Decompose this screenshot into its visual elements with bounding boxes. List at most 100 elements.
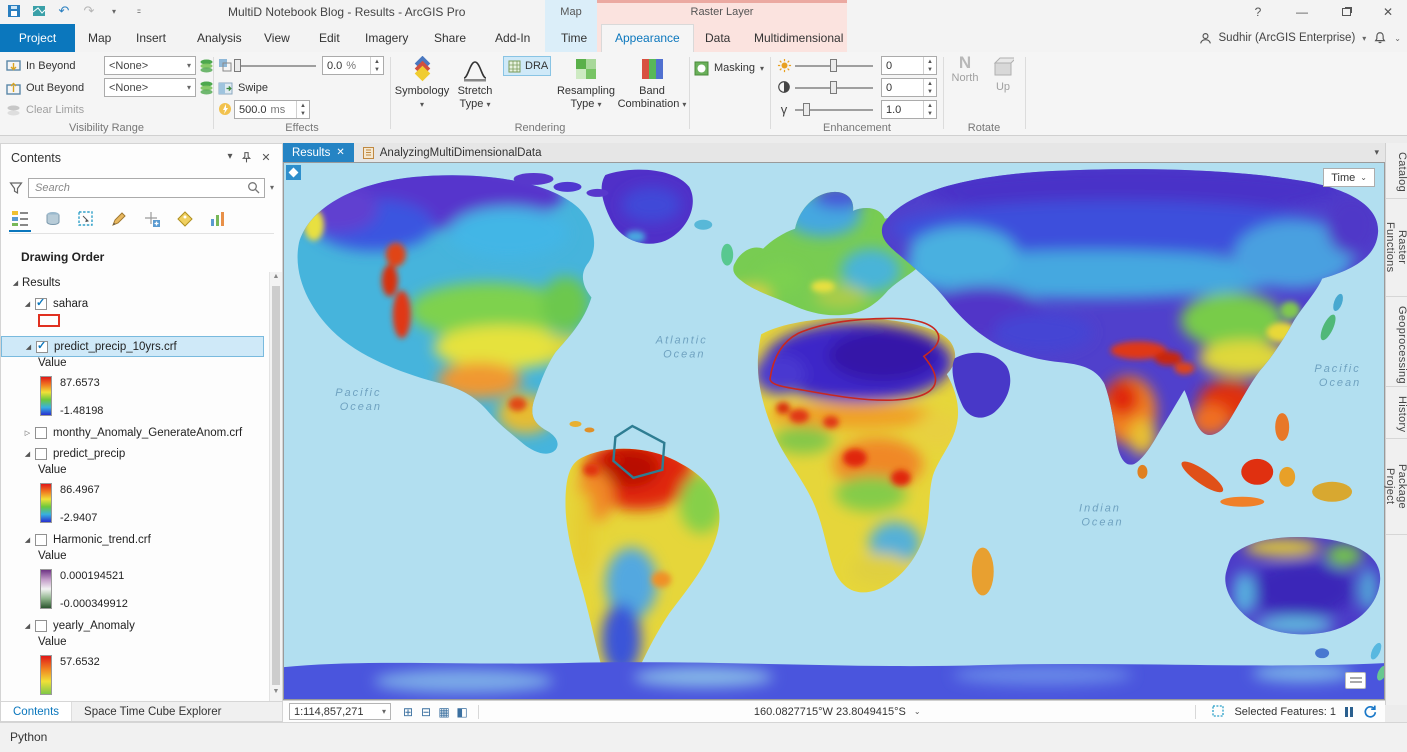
layer-checkbox[interactable] <box>35 534 47 546</box>
expand-icon[interactable]: ◢ <box>9 279 22 287</box>
layer-group-results[interactable]: ◢ Results <box>1 272 268 293</box>
out-beyond-select[interactable]: <None>▾ <box>104 78 196 97</box>
map-overview-icon[interactable] <box>286 165 301 180</box>
up-button[interactable]: Up <box>986 55 1020 119</box>
close-tab-icon[interactable]: ✕ <box>336 147 344 158</box>
tab-list-caret-icon[interactable]: ▾ <box>1368 147 1385 158</box>
contrast-spinner[interactable]: 0▲▼ <box>881 78 937 97</box>
tab-insert[interactable]: Insert <box>123 24 179 52</box>
expand-icon[interactable]: ◢ <box>21 622 34 630</box>
layer-row-yearly-anomaly[interactable]: ◢ yearly_Anomaly <box>1 615 268 636</box>
tab-space-time-cube-explorer[interactable]: Space Time Cube Explorer <box>72 702 233 721</box>
scroll-down-icon[interactable]: ▼ <box>270 688 282 700</box>
pin-icon[interactable] <box>240 151 256 167</box>
pane-menu-icon[interactable]: ▾ <box>222 151 238 167</box>
tab-time[interactable]: Time <box>548 24 600 52</box>
snapping-toggle-icon[interactable]: ◧ <box>453 705 471 719</box>
contrast-slider[interactable] <box>795 79 873 96</box>
search-input[interactable] <box>28 178 265 198</box>
qat-overflow-icon[interactable]: ⹀ <box>131 3 147 19</box>
help-button[interactable]: ? <box>1241 0 1275 24</box>
layer-row-predict-precip-10yrs[interactable]: ◢ predict_precip_10yrs.crf <box>1 336 264 357</box>
feedback-icon[interactable] <box>1345 672 1366 689</box>
cursor-coordinates[interactable]: 160.0827715°W 23.8049415°S⌄ <box>754 706 921 718</box>
doc-tab-results[interactable]: Results✕ <box>283 143 354 162</box>
in-beyond-select[interactable]: <None>▾ <box>104 56 196 75</box>
tab-data[interactable]: Data <box>692 24 743 52</box>
layer-checkbox[interactable] <box>35 448 47 460</box>
scale-select[interactable]: 1:114,857,271▾ <box>289 703 391 720</box>
restore-button[interactable] <box>1329 0 1363 24</box>
tab-package-project[interactable]: Package Project <box>1386 439 1407 535</box>
ribbon-collapse-icon[interactable]: ⌄ <box>1394 34 1401 43</box>
tab-contents[interactable]: Contents <box>1 702 72 721</box>
layer-checkbox[interactable] <box>35 620 47 632</box>
tab-multidimensional[interactable]: Multidimensional <box>741 24 856 52</box>
scrollbar-thumb[interactable] <box>272 286 280 685</box>
selected-features-label[interactable]: Selected Features: 1 <box>1234 706 1336 718</box>
list-by-data-source-icon[interactable] <box>42 206 64 232</box>
tab-appearance[interactable]: Appearance <box>601 24 694 52</box>
layer-checkbox[interactable] <box>35 298 47 310</box>
tab-edit[interactable]: Edit <box>306 24 353 52</box>
symbology-button[interactable]: Symbology ▾ <box>395 55 449 119</box>
expand-icon[interactable]: ◢ <box>22 343 35 351</box>
band-combination-button[interactable]: Band Combination ▾ <box>617 55 687 119</box>
notifications-bell-icon[interactable] <box>1373 31 1387 45</box>
layer-row-sahara[interactable]: ◢ sahara <box>1 293 268 314</box>
pause-drawing-icon[interactable] <box>1345 707 1353 717</box>
tab-geoprocessing[interactable]: Geoprocessing <box>1386 297 1407 387</box>
tab-analysis[interactable]: Analysis <box>184 24 255 52</box>
refresh-icon[interactable] <box>1362 704 1377 719</box>
list-by-drawing-order-icon[interactable] <box>9 206 31 232</box>
tab-raster-functions[interactable]: Raster Functions <box>1386 199 1407 297</box>
transparency-slider[interactable] <box>234 57 316 74</box>
time-filter-button[interactable]: Time⌄ <box>1323 168 1375 187</box>
map-canvas[interactable]: Atlantic Ocean Pacific Ocean Pacific Oce… <box>283 162 1385 700</box>
tab-project[interactable]: Project <box>0 24 75 52</box>
tab-history[interactable]: History <box>1386 387 1407 439</box>
tab-map[interactable]: Map <box>75 24 124 52</box>
layer-checkbox[interactable] <box>35 427 47 439</box>
layer-row-monthy-anomaly[interactable]: ▷ monthy_Anomaly_GenerateAnom.crf <box>1 422 268 443</box>
search-history-caret-icon[interactable]: ▾ <box>270 183 274 192</box>
python-view-tab[interactable]: Python <box>10 730 47 744</box>
layer-row-harmonic-trend[interactable]: ◢ Harmonic_trend.crf <box>1 529 268 550</box>
transparency-spinner[interactable]: 0.0% ▲▼ <box>322 56 384 75</box>
save-project-icon[interactable] <box>6 3 22 19</box>
expand-icon[interactable]: ◢ <box>21 450 34 458</box>
masking-button[interactable]: Masking ▾ <box>694 58 764 78</box>
undo-icon[interactable]: ↶ <box>56 3 72 19</box>
list-by-charts-icon[interactable] <box>207 206 229 232</box>
close-pane-icon[interactable]: ✕ <box>258 151 274 167</box>
list-by-labeling-icon[interactable] <box>174 206 196 232</box>
qat-customize-icon[interactable]: ▾ <box>106 3 122 19</box>
brightness-slider[interactable] <box>795 57 873 74</box>
dra-toggle[interactable]: DRA <box>503 56 551 76</box>
new-bookmark-icon[interactable]: ⊞ <box>399 705 417 719</box>
map-tool-icon[interactable] <box>31 3 47 19</box>
tab-addin[interactable]: Add-In <box>482 24 543 52</box>
flicker-spinner[interactable]: 500.0ms ▲▼ <box>234 100 310 119</box>
list-by-editing-icon[interactable] <box>108 206 130 232</box>
minimize-button[interactable]: — <box>1285 0 1319 24</box>
layer-row-predict-precip[interactable]: ◢ predict_precip <box>1 443 268 464</box>
expand-icon[interactable]: ◢ <box>21 300 34 308</box>
tab-imagery[interactable]: Imagery <box>352 24 421 52</box>
tab-view[interactable]: View <box>251 24 303 52</box>
north-button[interactable]: N North <box>948 55 982 119</box>
tab-share[interactable]: Share <box>421 24 479 52</box>
collapse-icon[interactable]: ▷ <box>21 429 34 437</box>
account-menu[interactable]: Sudhir (ArcGIS Enterprise) ▾ ⌄ <box>1199 24 1401 52</box>
expand-icon[interactable]: ◢ <box>21 536 34 544</box>
open-table-icon[interactable]: ▦ <box>435 705 453 719</box>
layer-checkbox[interactable] <box>36 341 48 353</box>
brightness-spinner[interactable]: 0▲▼ <box>881 56 937 75</box>
doc-tab-analyzing[interactable]: AnalyzingMultiDimensionalData <box>354 143 551 162</box>
stretch-type-button[interactable]: Stretch Type ▾ <box>451 55 499 119</box>
goto-xy-icon[interactable]: ⊟ <box>417 705 435 719</box>
list-by-selection-icon[interactable] <box>75 206 97 232</box>
gamma-slider[interactable] <box>795 101 873 118</box>
gamma-spinner[interactable]: 1.0▲▼ <box>881 100 937 119</box>
redo-icon[interactable]: ↷ <box>81 3 97 19</box>
